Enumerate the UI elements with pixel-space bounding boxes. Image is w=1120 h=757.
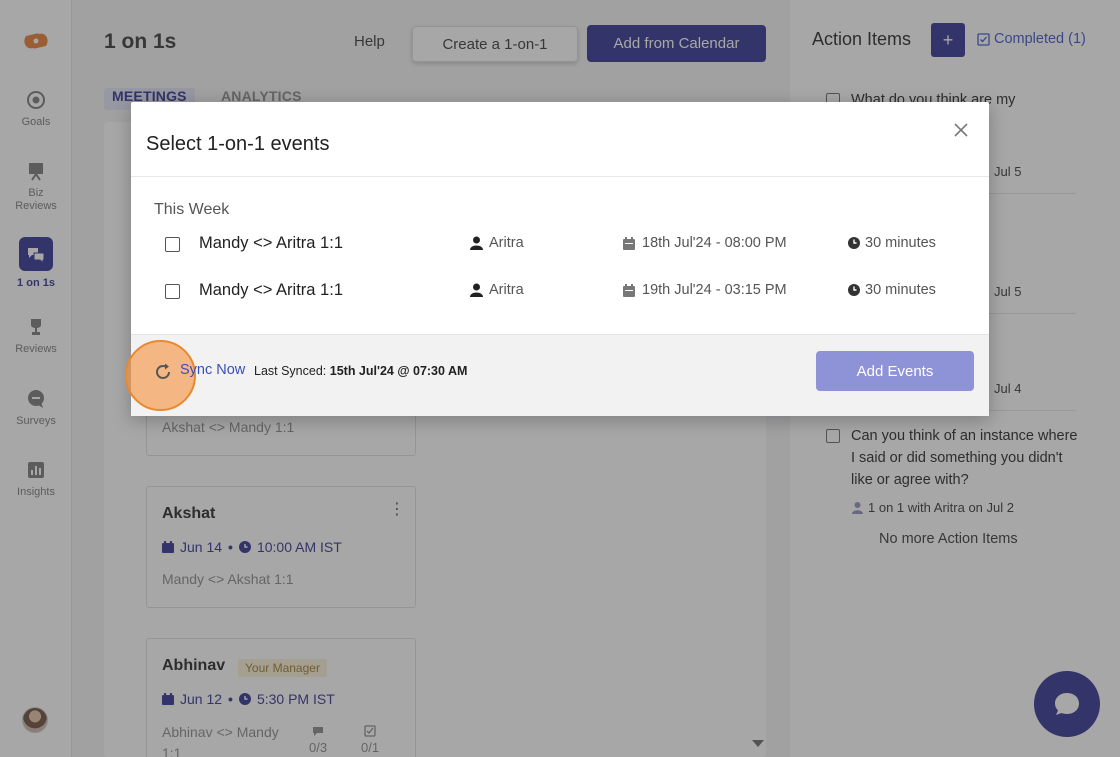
event-attendee: Aritra <box>470 282 524 298</box>
section-label: This Week <box>154 201 230 218</box>
calendar-icon <box>623 283 635 297</box>
divider <box>131 176 989 177</box>
event-row[interactable]: Mandy <> Aritra 1:1 Aritra 18th Jul'24 -… <box>131 234 989 258</box>
calendar-icon <box>623 236 635 250</box>
event-datetime: 19th Jul'24 - 03:15 PM <box>623 282 787 298</box>
clock-icon <box>848 284 860 296</box>
event-title: Mandy <> Aritra 1:1 <box>199 234 343 252</box>
clock-icon <box>848 237 860 249</box>
event-attendee: Aritra <box>470 235 524 251</box>
add-events-button[interactable]: Add Events <box>816 351 974 391</box>
modal-title: Select 1-on-1 events <box>146 133 330 155</box>
close-icon[interactable] <box>953 122 969 138</box>
last-synced-text: Last Synced: 15th Jul'24 @ 07:30 AM <box>254 364 468 378</box>
event-row[interactable]: Mandy <> Aritra 1:1 Aritra 19th Jul'24 -… <box>131 281 989 305</box>
sync-now-button[interactable]: Sync Now <box>180 362 245 378</box>
event-checkbox[interactable] <box>165 284 180 299</box>
event-duration: 30 minutes <box>848 282 936 298</box>
event-datetime: 18th Jul'24 - 08:00 PM <box>623 235 787 251</box>
person-icon <box>470 283 483 297</box>
event-title: Mandy <> Aritra 1:1 <box>199 281 343 299</box>
person-icon <box>470 236 483 250</box>
event-duration: 30 minutes <box>848 235 936 251</box>
refresh-icon[interactable] <box>153 362 173 382</box>
event-checkbox[interactable] <box>165 237 180 252</box>
